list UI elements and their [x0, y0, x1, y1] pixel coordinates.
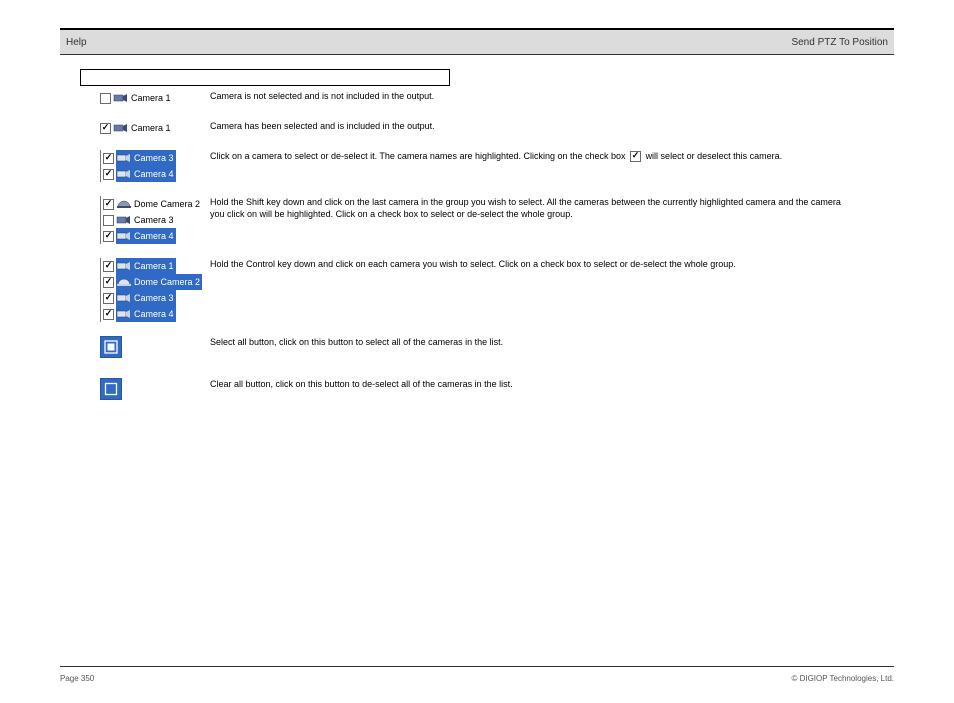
camera-label: Camera 1: [131, 93, 171, 103]
camera-label[interactable]: Camera 4: [134, 231, 174, 241]
clear-all-button[interactable]: [100, 378, 122, 400]
camera-icon: [116, 214, 132, 226]
row5-desc: Hold the Control key down and click on e…: [210, 258, 894, 270]
camera-icon: [116, 308, 132, 320]
camera-label: Camera 1: [131, 123, 171, 133]
row4-desc: Hold the Shift key down and click on the…: [210, 196, 894, 220]
camera-icon: [116, 260, 132, 272]
checkbox-checked[interactable]: [103, 277, 114, 288]
checkbox-unchecked[interactable]: [103, 215, 114, 226]
camera-label[interactable]: Camera 4: [134, 309, 174, 319]
checkbox-checked[interactable]: [103, 261, 114, 272]
camera-icon: [116, 168, 132, 180]
checkbox-checked[interactable]: [103, 309, 114, 320]
inline-checkbox-icon: [630, 151, 641, 162]
camera-label[interactable]: Dome Camera 2: [134, 277, 200, 287]
checkbox-checked[interactable]: [100, 123, 111, 134]
checkbox-checked[interactable]: [103, 231, 114, 242]
camera-icon: [113, 92, 129, 104]
camera-icon: [116, 292, 132, 304]
camera-label[interactable]: Dome Camera 2: [134, 199, 200, 209]
camera-label[interactable]: Camera 3: [134, 153, 174, 163]
toolB-desc: Clear all button, click on this button t…: [210, 378, 894, 390]
checkbox-checked[interactable]: [103, 293, 114, 304]
camera-label[interactable]: Camera 4: [134, 169, 174, 179]
footer-copyright: © DIGIOP Technologies, Ltd.: [791, 674, 894, 683]
toolA-desc: Select all button, click on this button …: [210, 336, 894, 348]
camera-label[interactable]: Camera 1: [134, 261, 174, 271]
checkbox-checked[interactable]: [103, 199, 114, 210]
header-right: Send PTZ To Position: [791, 37, 888, 48]
checkbox-checked[interactable]: [103, 153, 114, 164]
row1-desc: Camera is not selected and is not includ…: [210, 90, 894, 102]
checkbox-unchecked[interactable]: [100, 93, 111, 104]
intro-table: [80, 69, 450, 86]
select-all-button[interactable]: [100, 336, 122, 358]
dome-camera-icon: [116, 198, 132, 210]
checkbox-checked[interactable]: [103, 169, 114, 180]
header-left: Help: [66, 37, 87, 48]
row3-desc: Click on a camera to select or de-select…: [210, 150, 894, 162]
camera-icon: [113, 122, 129, 134]
camera-icon: [116, 152, 132, 164]
camera-label[interactable]: Camera 3: [134, 215, 174, 225]
camera-icon: [116, 230, 132, 242]
camera-label[interactable]: Camera 3: [134, 293, 174, 303]
help-header-band: Help Send PTZ To Position: [60, 30, 894, 54]
dome-camera-icon: [116, 276, 132, 288]
footer-page: Page 350: [60, 674, 94, 683]
row2-desc: Camera has been selected and is included…: [210, 120, 894, 132]
